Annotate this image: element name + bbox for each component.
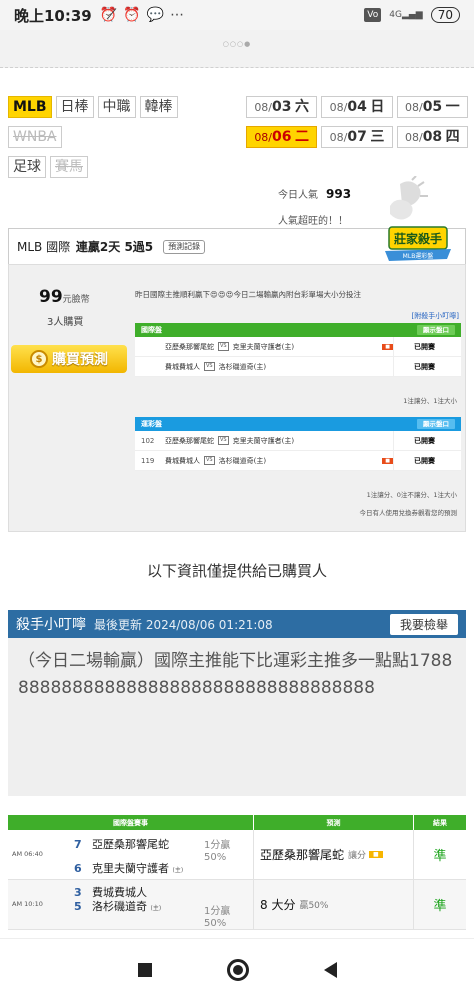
status-bar: 晚上10:39 ⏰̸ ⏰ 💬 ⋯ Vo 4G▂▄▆ 70 [0, 0, 474, 30]
date-0803[interactable]: 08/03 六 [246, 96, 318, 118]
battery-icon: 70 [430, 7, 460, 23]
tab-mlb[interactable]: MLB [8, 96, 52, 118]
sports-table: 運彩盤 顯示盤口 102 亞歷桑那響尾蛇 VS 克里夫蘭守護者(主) 已開賽 119… [135, 417, 461, 471]
tip-updated: 最後更新 2024/08/06 01:21:08 [94, 617, 273, 632]
voucher-note: 今日有人使用兌換券觀看您的預測 [359, 509, 458, 517]
date-0804[interactable]: 08/04 日 [321, 96, 393, 118]
home-icon[interactable] [226, 958, 249, 981]
mlb-section-header: MLB 國際 連贏2天 5過5 預測記錄 莊家殺手 MLB運彩盤 [8, 226, 466, 264]
hot-tag: ■ [382, 343, 393, 350]
intro-text: 昨日國際主推順利贏下😍😍😍今日二場輸贏內附台彩單場大小分投注 [135, 290, 361, 299]
system-nav-bar [0, 938, 474, 1000]
date-0805[interactable]: 08/05 一 [396, 96, 468, 118]
record-button[interactable]: 預測記錄 [163, 239, 206, 254]
buyer-count: 3人購買 [47, 317, 84, 328]
popularity-value: 993 [326, 187, 352, 201]
sports-note: 1注讓分、0注不讓分、1注大小 [366, 491, 457, 499]
category-tabs: MLB 日棒 中職 韓棒 WNBA 足球 賽馬 [8, 96, 228, 186]
streak-label: 連贏2天 5過5 [75, 240, 154, 254]
popularity: 今日人氣 993 人氣超旺的！！ [278, 186, 352, 227]
table-row: AM 10:10 3 費城費城人 5 洛杉磯道奇 (主) 1分贏 50% 8 大分 贏5… [8, 880, 466, 930]
intl-table: 國際盤 顯示盤口 亞歷桑那響尾蛇 VS 克里夫蘭守護者(主) ■ 已開賽 費城費城人 V… [135, 323, 461, 377]
svg-text:莊家殺手: 莊家殺手 [393, 231, 442, 246]
date-selector: 08/03 六 08/04 日 08/05 一 08/06 二 08/07 三 … [246, 96, 468, 148]
table-row: 119 費城費城人 VS 洛杉磯道奇(主) ■ 已開賽 [135, 451, 461, 471]
more-icon: ⋯ [170, 7, 185, 23]
table-row: 102 亞歷桑那響尾蛇 VS 克里夫蘭守護者(主) 已開賽 [135, 431, 461, 451]
tab-kbo[interactable]: 韓棒 [139, 96, 178, 118]
page-indicator: ○○○● [222, 40, 252, 48]
date-0808[interactable]: 08/08 四 [396, 126, 468, 148]
table-row: 亞歷桑那響尾蛇 VS 克里夫蘭守護者(主) ■ 已開賽 [135, 337, 461, 357]
buy-prediction-button[interactable]: $ 購買預測 [11, 345, 127, 373]
league-label: MLB 國際 [17, 240, 71, 254]
tab-cpbl[interactable]: 中職 [97, 96, 136, 118]
purchase-info-line: 以下資訊僅提供給已購買人 [146, 562, 327, 580]
results-header: 國際盤賽事 預測 結果 [8, 815, 466, 830]
date-0806[interactable]: 08/06 二 [246, 126, 318, 148]
signal-icon: 4G▂▄▆ [389, 10, 423, 20]
tip-header: 殺手小叮嚀 最後更新 2024/08/06 01:21:08 我要檢舉 [8, 610, 466, 638]
prediction-panel: 99元臉幣 3人購買 $ 購買預測 昨日國際主推順利贏下😍😍😍今日二場輸贏內附台… [8, 264, 466, 532]
show-odds-button[interactable]: 顯示盤口 [417, 325, 455, 335]
show-odds-button[interactable]: 顯示盤口 [417, 419, 455, 429]
popularity-subtitle: 人氣超旺的！！ [278, 216, 348, 227]
scallop-divider [0, 60, 474, 72]
tab-wnba[interactable]: WNBA [8, 126, 62, 148]
tag-badge: ■ [369, 851, 383, 858]
intl-note: 1注讓分、1注大小 [403, 397, 457, 405]
status-time: 晚上10:39 [14, 6, 92, 25]
tip-title: 殺手小叮嚀 [16, 617, 86, 633]
alarm-icon: ⏰ [123, 7, 141, 23]
killer-tip-link[interactable]: [附殺手小叮嚀] [412, 311, 459, 321]
table-row: AM 06:40 7 亞歷桑那響尾蛇 6 克里夫蘭守護者 (主) 1分贏 50% 亞歷… [8, 830, 466, 880]
date-0807[interactable]: 08/07 三 [321, 126, 393, 148]
results-table: 國際盤賽事 預測 結果 AM 06:40 7 亞歷桑那響尾蛇 6 克里夫蘭守護者 (… [8, 815, 466, 930]
popularity-label: 今日人氣 [278, 190, 318, 201]
alarm-off-icon: ⏰̸ [99, 7, 118, 23]
recent-apps-icon[interactable] [137, 962, 152, 977]
tab-npb[interactable]: 日棒 [55, 96, 94, 118]
table-row: 費城費城人 VS 洛杉磯道奇(主) 已開賽 [135, 357, 461, 377]
killer-badge-icon: 莊家殺手 MLB運彩盤 [385, 226, 451, 261]
svg-text:MLB運彩盤: MLB運彩盤 [403, 252, 434, 260]
chat-icon: 💬 [146, 7, 165, 23]
hot-tag: ■ [382, 457, 393, 464]
coin-icon: $ [30, 350, 48, 368]
price: 99元臉幣 [39, 287, 90, 307]
tab-horse-racing[interactable]: 賽馬 [50, 156, 88, 178]
tip-body: （今日二場輸贏）國際主推能下比運彩主推多一點點17888888888888888… [8, 638, 466, 796]
mascot-icon [390, 176, 428, 220]
back-icon[interactable] [323, 961, 337, 978]
tab-soccer[interactable]: 足球 [8, 156, 46, 178]
report-button[interactable]: 我要檢舉 [389, 613, 458, 635]
status-icons: ⏰̸ ⏰ 💬 ⋯ [100, 7, 184, 23]
volte-icon: Vo [364, 8, 382, 22]
